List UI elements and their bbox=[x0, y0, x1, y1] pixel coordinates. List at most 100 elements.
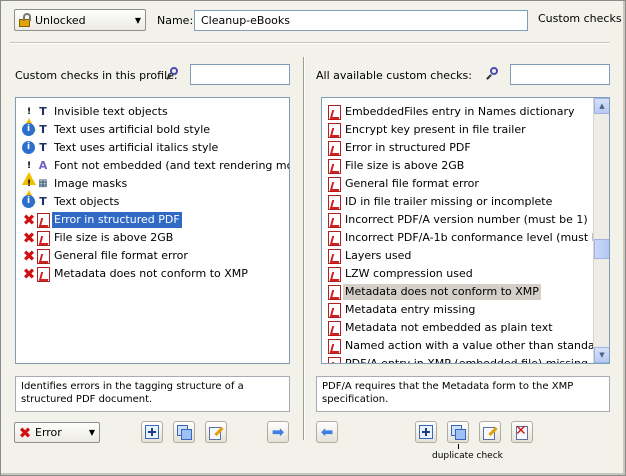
lock-state-dropdown[interactable]: Unlocked ▼ bbox=[14, 9, 146, 31]
list-item-label: ID in file trailer missing or incomplete bbox=[345, 195, 553, 208]
list-item[interactable]: File size is above 2GB bbox=[328, 157, 466, 175]
list-item[interactable]: ✖ Metadata does not conform to XMP bbox=[22, 265, 250, 283]
list-item[interactable]: Error in structured PDF bbox=[328, 139, 473, 157]
list-item-label: LZW compression used bbox=[345, 267, 473, 280]
scroll-up-arrow[interactable]: ▲ bbox=[594, 98, 609, 114]
list-item[interactable]: Named action with a value other than sta… bbox=[328, 337, 610, 355]
info-icon: i bbox=[22, 141, 36, 155]
list-item[interactable]: Metadata not embedded as plain text bbox=[328, 319, 555, 337]
list-item[interactable]: ✖ Error in structured PDF bbox=[22, 211, 182, 229]
pdf-icon bbox=[328, 177, 342, 192]
pdf-icon bbox=[328, 267, 342, 282]
pdf-icon bbox=[328, 303, 342, 318]
list-item[interactable]: Encrypt key present in file trailer bbox=[328, 121, 528, 139]
image-object-icon: ▦ bbox=[38, 178, 48, 189]
pdf-icon bbox=[328, 321, 342, 336]
list-item[interactable]: ! A Font not embedded (and text rendering … bbox=[22, 157, 289, 185]
list-item[interactable]: EmbeddedFiles entry in Names dictionary bbox=[328, 103, 576, 121]
duplicate-tooltip: duplicate check bbox=[432, 451, 503, 461]
list-item-label: File size is above 2GB bbox=[345, 159, 465, 172]
pdf-icon bbox=[328, 285, 342, 300]
list-item-label: Text objects bbox=[54, 195, 120, 208]
list-item[interactable]: ID in file trailer missing or incomplete bbox=[328, 193, 554, 211]
available-checks-list[interactable]: EmbeddedFiles entry in Names dictionary E… bbox=[321, 97, 610, 364]
list-item[interactable]: i T Text objects bbox=[22, 193, 121, 211]
delete-check-button[interactable]: ✕ bbox=[511, 421, 533, 443]
name-label: Name: bbox=[157, 14, 194, 27]
left-description-box: Identifies errors in the tagging structu… bbox=[15, 376, 290, 412]
list-item-label: Text uses artificial bold style bbox=[54, 123, 211, 136]
profile-checks-list[interactable]: ! T Invisible text objects i T Text uses arti… bbox=[15, 97, 290, 364]
list-item-label: Image masks bbox=[54, 177, 128, 190]
list-item-label: Named action with a value other than sta… bbox=[345, 339, 610, 352]
edit-check-button-right[interactable] bbox=[479, 421, 501, 443]
warning-icon: ! bbox=[22, 105, 36, 131]
list-item[interactable]: ! T Invisible text objects bbox=[22, 103, 170, 131]
list-item[interactable]: i T Text uses artificial italics style bbox=[22, 139, 220, 157]
new-check-button-right[interactable] bbox=[415, 421, 437, 443]
list-item[interactable]: ✖ General file format error bbox=[22, 247, 190, 265]
info-icon: i bbox=[22, 195, 36, 209]
scroll-thumb[interactable] bbox=[594, 239, 609, 259]
pdf-icon bbox=[328, 357, 342, 363]
font-icon: A bbox=[38, 159, 48, 172]
move-left-button[interactable]: ⬅ bbox=[316, 421, 338, 443]
pdf-icon bbox=[328, 339, 342, 354]
right-search-input[interactable] bbox=[510, 64, 610, 85]
list-item[interactable]: Layers used bbox=[328, 247, 413, 265]
list-item-label: Invisible text objects bbox=[54, 105, 168, 118]
list-item[interactable]: Metadata entry missing bbox=[328, 301, 477, 319]
list-item[interactable]: Incorrect PDF/A version number (must be … bbox=[328, 211, 590, 229]
pdf-icon bbox=[37, 267, 51, 282]
list-item[interactable]: Metadata does not conform to XMP bbox=[328, 283, 541, 301]
pdf-icon bbox=[328, 213, 342, 228]
list-item[interactable]: PDF/A entry in XMP (embedded file) missi… bbox=[328, 355, 590, 364]
edit-check-button[interactable] bbox=[205, 421, 227, 443]
list-item-label: Metadata entry missing bbox=[345, 303, 476, 316]
list-item-label: Metadata does not conform to XMP bbox=[54, 267, 248, 280]
profile-name-input[interactable]: Cleanup-eBooks bbox=[194, 10, 528, 31]
list-item[interactable]: LZW compression used bbox=[328, 265, 475, 283]
list-item[interactable]: Incorrect PDF/A-1b conformance level (mu… bbox=[328, 229, 610, 247]
chevron-down-icon: ▼ bbox=[88, 428, 96, 437]
list-item-label: Encrypt key present in file trailer bbox=[345, 123, 526, 136]
error-icon: ✖ bbox=[22, 211, 36, 229]
right-panel-title: All available custom checks: bbox=[316, 69, 472, 82]
list-item[interactable]: ✖ File size is above 2GB bbox=[22, 229, 175, 247]
move-right-button[interactable]: ➡ bbox=[267, 421, 289, 443]
list-item[interactable]: General file format error bbox=[328, 175, 481, 193]
pdf-icon bbox=[328, 231, 342, 246]
panel-divider bbox=[303, 57, 305, 440]
header-separator bbox=[10, 42, 610, 44]
list-item[interactable]: ! ▦ Image masks bbox=[22, 175, 129, 203]
error-icon: ✖ bbox=[22, 247, 36, 265]
list-item-label: Incorrect PDF/A version number (must be … bbox=[345, 213, 588, 226]
pdf-icon bbox=[328, 123, 342, 138]
list-item-label: Incorrect PDF/A-1b conformance level (mu… bbox=[345, 231, 610, 244]
text-object-icon: T bbox=[39, 141, 47, 154]
text-object-icon: T bbox=[39, 105, 47, 118]
severity-label: Error bbox=[35, 426, 62, 439]
pdf-icon bbox=[37, 231, 51, 246]
left-search-input[interactable] bbox=[190, 64, 290, 85]
duplicate-check-button[interactable] bbox=[447, 421, 469, 443]
delete-icon: ✕ bbox=[515, 423, 528, 440]
list-item-label: PDF/A entry in XMP (embedded file) missi… bbox=[345, 357, 588, 364]
error-icon: ✖ bbox=[22, 265, 36, 283]
pdf-icon bbox=[328, 195, 342, 210]
warning-icon: ! bbox=[22, 159, 36, 185]
list-item-label: File size is above 2GB bbox=[54, 231, 174, 244]
vertical-scrollbar[interactable]: ▲ ▼ bbox=[593, 98, 609, 363]
severity-dropdown[interactable]: ✖ Error ▼ bbox=[14, 422, 100, 443]
new-check-button[interactable] bbox=[141, 421, 163, 443]
warning-icon: ! bbox=[22, 177, 36, 203]
pdf-icon bbox=[328, 159, 342, 174]
pdf-icon bbox=[328, 105, 342, 120]
lock-state-label: Unlocked bbox=[35, 13, 86, 27]
list-item[interactable]: i T Text uses artificial bold style bbox=[22, 121, 212, 139]
list-item-label: Layers used bbox=[345, 249, 412, 262]
copy-icon bbox=[177, 425, 192, 440]
scroll-down-arrow[interactable]: ▼ bbox=[594, 347, 609, 363]
copy-check-button[interactable] bbox=[173, 421, 195, 443]
list-item-label: Metadata not embedded as plain text bbox=[345, 321, 553, 334]
